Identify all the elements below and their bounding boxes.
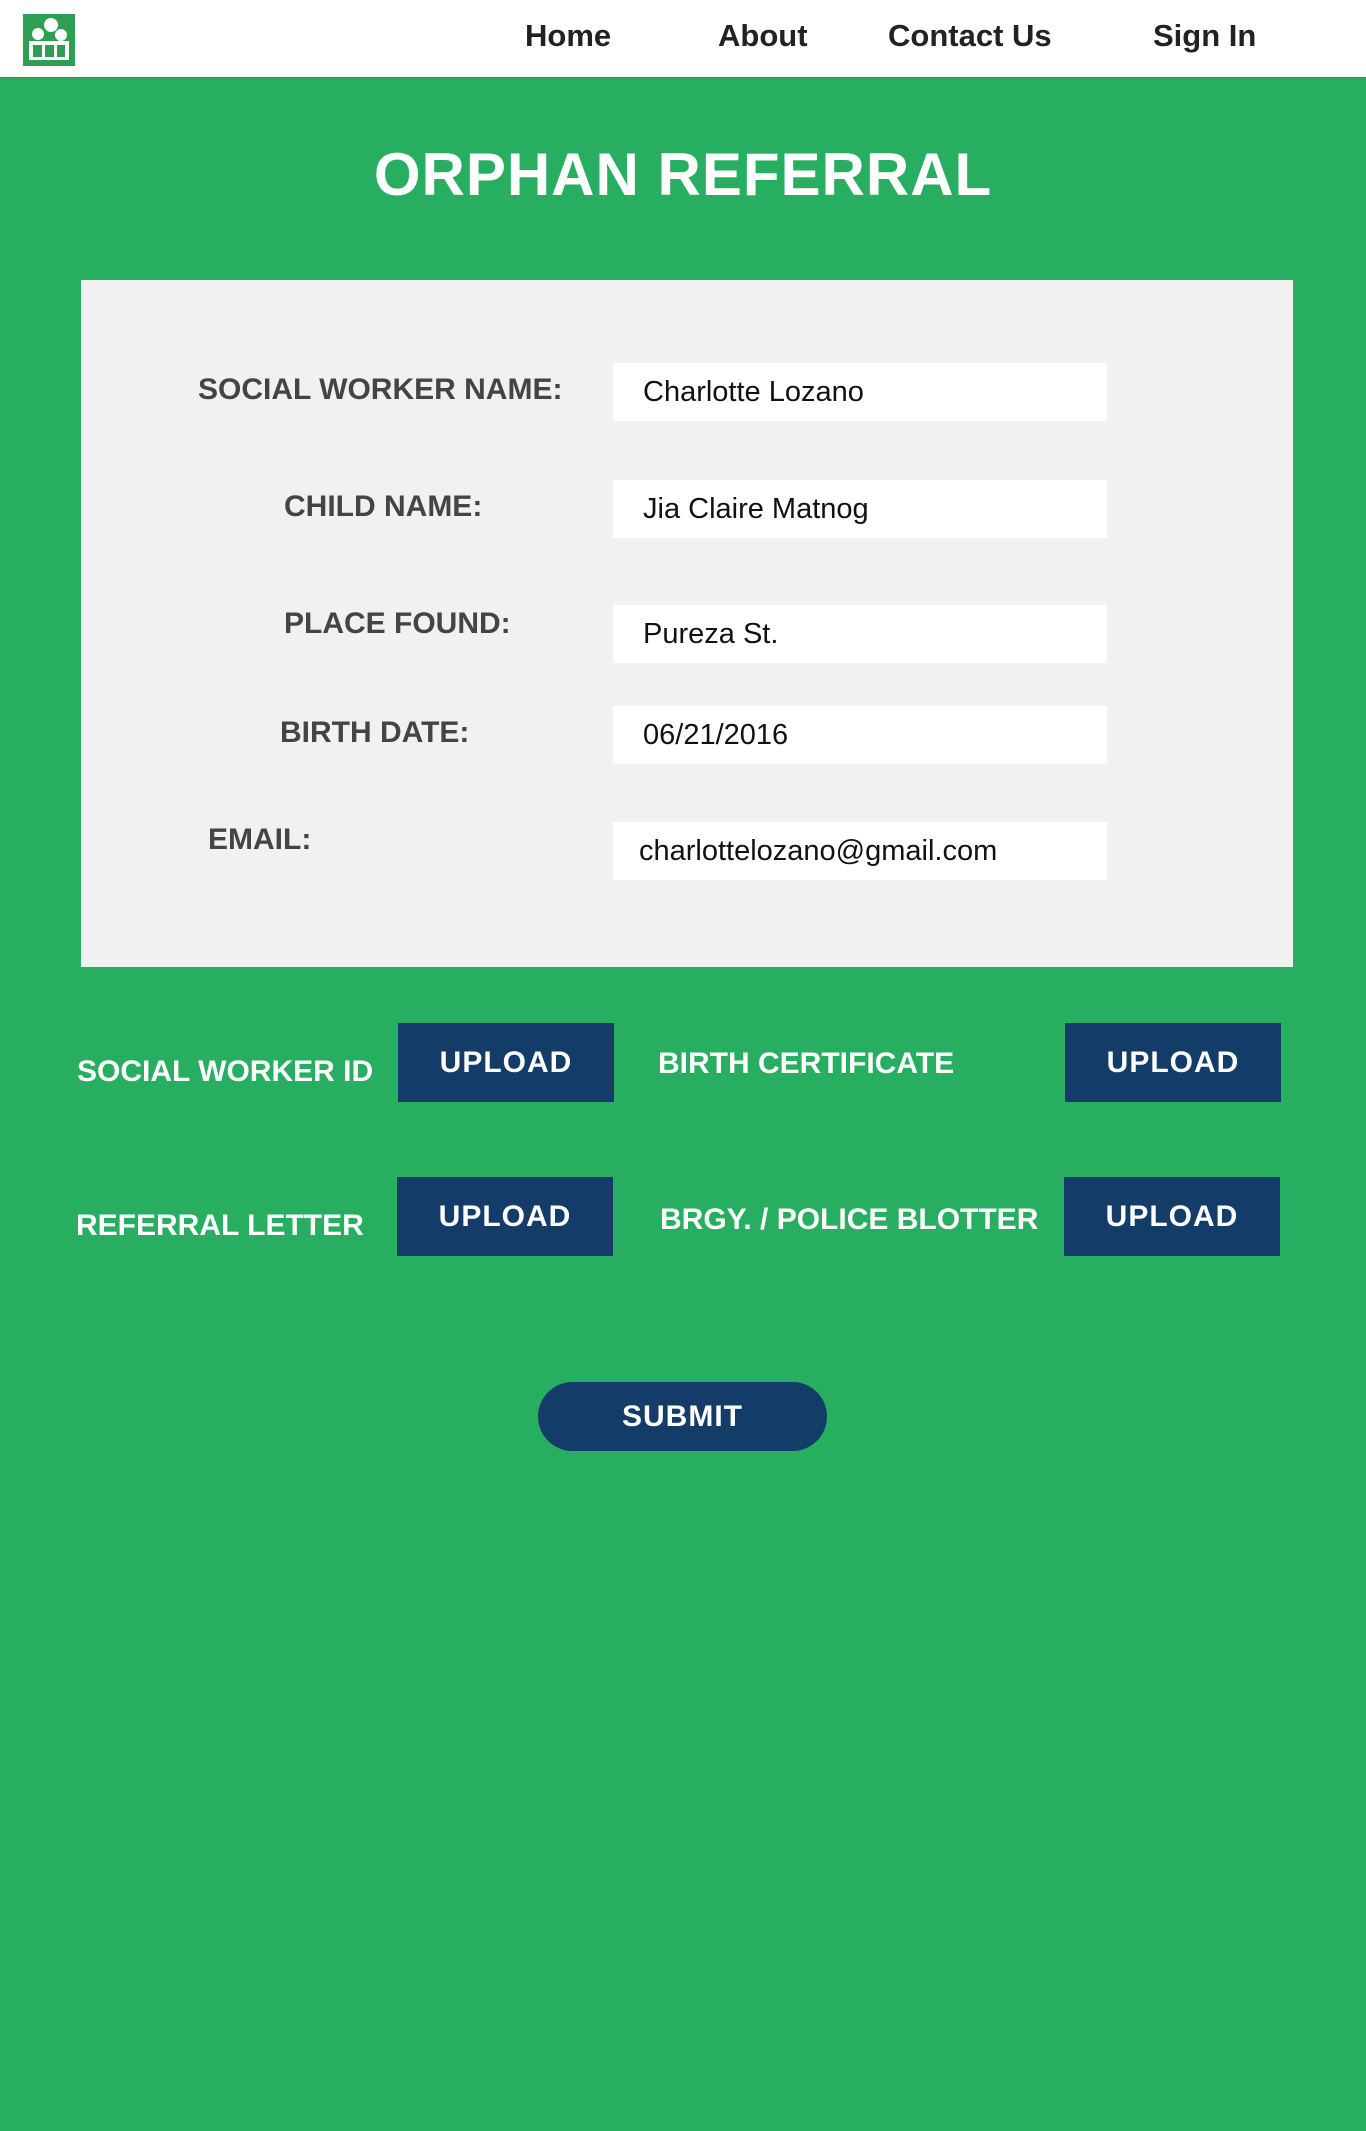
nav-home-link[interactable]: Home xyxy=(525,18,611,54)
police-blotter-label: BRGY. / POLICE BLOTTER xyxy=(660,1203,1039,1236)
nav-about-link[interactable]: About xyxy=(718,18,808,54)
referral-form-card: SOCIAL WORKER NAME: CHILD NAME: PLACE FO… xyxy=(81,280,1293,967)
submit-button[interactable]: SUBMIT xyxy=(538,1382,827,1451)
child-name-label: CHILD NAME: xyxy=(284,490,483,523)
child-name-input[interactable] xyxy=(613,480,1107,538)
email-input[interactable] xyxy=(613,822,1107,880)
referral-letter-label: REFERRAL LETTER xyxy=(76,1209,364,1242)
top-navbar: Home About Contact Us Sign In xyxy=(0,0,1366,78)
place-found-input[interactable] xyxy=(613,605,1107,663)
social-worker-name-input[interactable] xyxy=(613,363,1107,421)
social-worker-name-label: SOCIAL WORKER NAME: xyxy=(198,373,563,406)
birth-date-input[interactable] xyxy=(613,706,1107,764)
nav-contact-us-link[interactable]: Contact Us xyxy=(888,18,1052,54)
page-title: ORPHAN REFERRAL xyxy=(373,141,993,208)
email-label: EMAIL: xyxy=(208,823,312,856)
upload-social-worker-id-button[interactable]: UPLOAD xyxy=(398,1023,614,1102)
place-found-label: PLACE FOUND: xyxy=(284,607,511,640)
upload-police-blotter-button[interactable]: UPLOAD xyxy=(1064,1177,1280,1256)
nav-sign-in-link[interactable]: Sign In xyxy=(1153,18,1256,54)
upload-referral-letter-button[interactable]: UPLOAD xyxy=(397,1177,613,1256)
birth-certificate-label: BIRTH CERTIFICATE xyxy=(658,1047,955,1080)
birth-date-label: BIRTH DATE: xyxy=(280,716,470,749)
social-worker-id-label: SOCIAL WORKER ID xyxy=(77,1055,374,1088)
upload-birth-certificate-button[interactable]: UPLOAD xyxy=(1065,1023,1281,1102)
family-logo-icon[interactable] xyxy=(23,14,75,66)
